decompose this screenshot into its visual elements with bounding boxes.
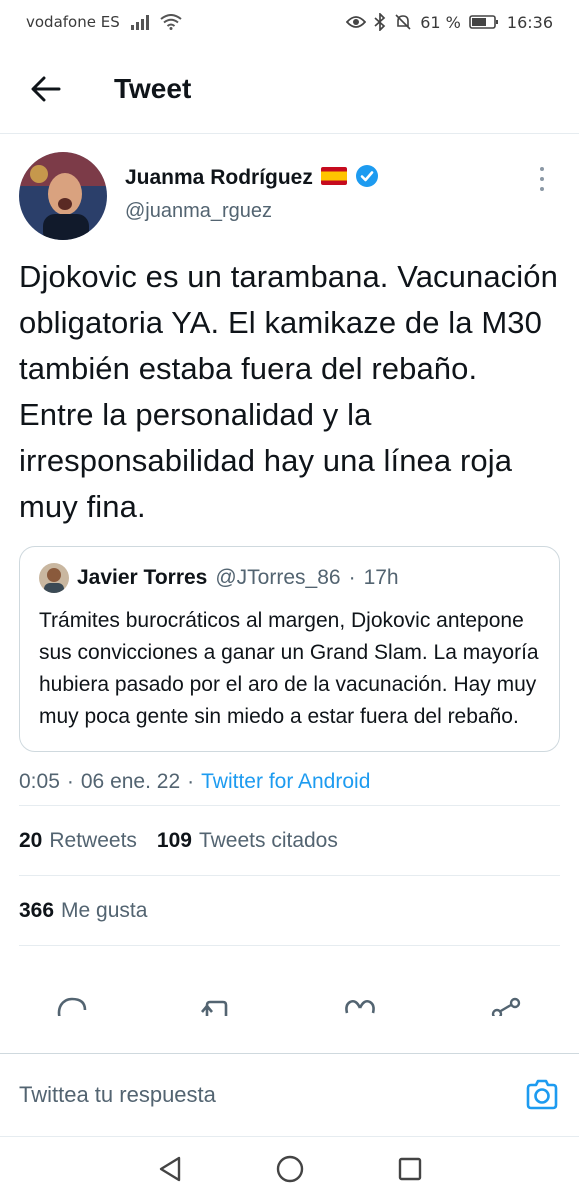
nav-recents-button[interactable] [397, 1156, 423, 1182]
more-vertical-icon [540, 167, 544, 171]
verified-badge-icon [355, 164, 379, 192]
tweet-date: 06 ene. 22 [80, 769, 181, 793]
quoted-time: 17h [363, 566, 399, 589]
signal-icon [130, 14, 150, 30]
arrow-left-icon [31, 76, 61, 101]
tweet-time: 0:05 [19, 769, 60, 793]
circle-home-icon [276, 1155, 303, 1183]
avatar[interactable] [19, 152, 107, 240]
share-icon [491, 997, 521, 1016]
carrier-name: vodafone ES [26, 13, 120, 31]
tweet-source-link[interactable]: Twitter for Android [201, 770, 370, 794]
reply-bar: Twittea tu respuesta [0, 1053, 579, 1137]
comment-icon [57, 997, 87, 1016]
quotes-count: 109 [156, 828, 192, 852]
app-bar: Tweet [0, 44, 579, 134]
quoted-author-name: Javier Torres [77, 566, 208, 589]
page-title: Tweet [114, 72, 192, 104]
share-button[interactable] [491, 996, 525, 1016]
author-name-row: Juanma Rodríguez [125, 164, 379, 192]
clock: 16:36 [506, 12, 553, 32]
tweet-author: Juanma Rodríguez @juanma_rguez [19, 134, 560, 244]
nav-home-button[interactable] [275, 1154, 305, 1184]
battery-percent: 61 % [420, 12, 461, 32]
status-bar: vodafone ES 61 % 16:36 [0, 0, 579, 44]
mute-icon [394, 13, 412, 31]
tweet-stats-retweets: 20 Retweets 109 Tweets citados [19, 806, 560, 876]
quoted-author-handle: @JTorres_86 [215, 566, 341, 589]
tweet-meta: 0:05 · 06 ene. 22 · Twitter for Android [19, 762, 560, 806]
quotes-label: Tweets citados [198, 828, 338, 852]
quotes-stat[interactable]: 109 Tweets citados [157, 829, 338, 853]
reply-input[interactable]: Twittea tu respuesta [19, 1082, 524, 1108]
quoted-separator: · [348, 566, 356, 589]
likes-count: 366 [19, 898, 55, 922]
triangle-back-icon [159, 1156, 180, 1182]
eye-icon [346, 15, 367, 29]
wifi-icon [160, 14, 182, 30]
author-names: Juanma Rodríguez @juanma_rguez [125, 152, 379, 223]
quoted-avatar [39, 563, 69, 593]
tweet-text: Djokovic es un tarambana. Vacunación obl… [19, 259, 558, 524]
retweets-stat[interactable]: 20 Retweets [19, 829, 137, 853]
reply-button[interactable] [55, 996, 89, 1016]
carrier-group: vodafone ES [26, 13, 182, 31]
likes-label: Me gusta [61, 898, 148, 922]
system-nav-bar [0, 1138, 579, 1200]
camera-icon [526, 1079, 558, 1110]
back-button[interactable] [20, 63, 72, 115]
author-handle[interactable]: @juanma_rguez [125, 200, 379, 223]
meta-separator-2: · [187, 769, 195, 793]
retweets-count: 20 [19, 828, 43, 852]
tweet-actions [19, 946, 560, 1016]
retweet-icon [201, 1000, 228, 1016]
more-options-button[interactable] [532, 164, 552, 194]
camera-button[interactable] [524, 1077, 560, 1113]
nav-back-button[interactable] [157, 1155, 183, 1183]
quoted-text: Trámites burocráticos al margen, Djokovi… [39, 609, 539, 728]
author-name[interactable]: Juanma Rodríguez [125, 166, 313, 190]
likes-stat[interactable]: 366 Me gusta [19, 899, 147, 923]
retweet-button[interactable] [197, 996, 233, 1016]
like-button[interactable] [343, 996, 377, 1016]
status-right: 61 % 16:36 [346, 13, 553, 32]
tweet-detail: Juanma Rodríguez @juanma_rguez Djokovic … [0, 134, 579, 1016]
meta-separator: · [66, 769, 74, 793]
heart-icon [345, 999, 375, 1014]
retweets-label: Retweets [49, 828, 137, 852]
tweet-stats-likes: 366 Me gusta [19, 876, 560, 946]
bluetooth-icon [374, 13, 386, 31]
quoted-tweet[interactable]: Javier Torres @JTorres_86 · 17h Trámites… [19, 546, 560, 752]
square-recents-icon [398, 1157, 421, 1181]
battery-icon [469, 14, 499, 30]
spain-flag-icon [320, 167, 347, 189]
quoted-tweet-header: Javier Torres @JTorres_86 · 17h [39, 563, 540, 593]
